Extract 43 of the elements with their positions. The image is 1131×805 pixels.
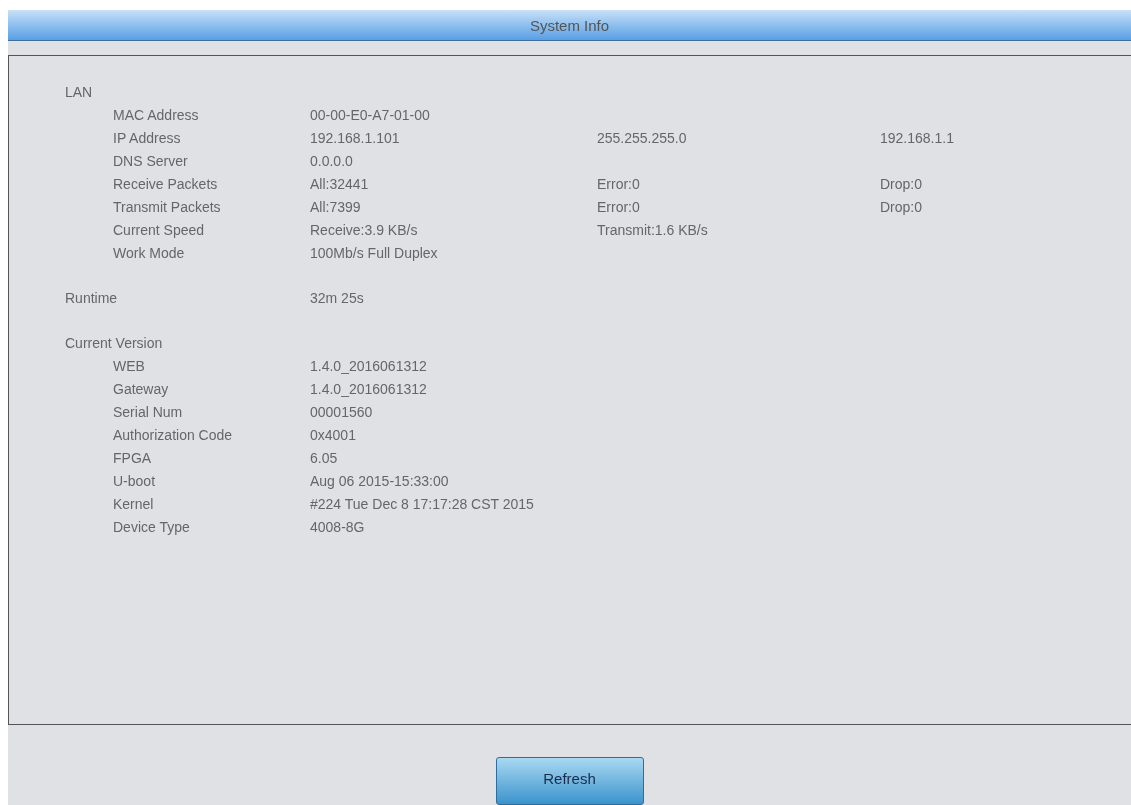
field-value: Error:0 <box>597 198 641 215</box>
field-value: 255.255.255.0 <box>597 129 688 146</box>
field-label: Work Mode <box>113 244 186 261</box>
field-value: 00001560 <box>310 403 374 420</box>
field-value: 6.05 <box>310 449 339 466</box>
field-label: Current Speed <box>113 221 206 238</box>
section-title: Runtime <box>65 289 119 306</box>
field-value: Aug 06 2015-15:33:00 <box>310 472 450 489</box>
field-value: 0.0.0.0 <box>310 152 354 169</box>
field-label: Gateway <box>113 380 170 397</box>
refresh-button[interactable]: Refresh <box>495 757 644 805</box>
field-value: 0x4001 <box>310 426 357 443</box>
field-label: Kernel <box>113 495 155 512</box>
field-value: 32m 25s <box>310 289 365 306</box>
field-label: MAC Address <box>113 106 200 123</box>
field-value: Receive:3.9 KB/s <box>310 221 419 238</box>
field-label: WEB <box>113 357 146 374</box>
field-value: 1.4.0_2016061312 <box>310 357 428 374</box>
field-label: FPGA <box>113 449 153 466</box>
field-value: Transmit:1.6 KB/s <box>597 221 709 238</box>
field-value: Drop:0 <box>880 198 924 215</box>
field-value: All:7399 <box>310 198 362 215</box>
field-label: DNS Server <box>113 152 189 169</box>
field-label: Authorization Code <box>113 426 234 443</box>
section-title: LAN <box>65 83 94 100</box>
field-label: Receive Packets <box>113 175 219 192</box>
field-label: Serial Num <box>113 403 184 420</box>
field-value: 100Mb/s Full Duplex <box>310 244 439 261</box>
field-value: 192.168.1.101 <box>310 129 401 146</box>
header-bar: System Info <box>8 10 1131 41</box>
field-label: IP Address <box>113 129 182 146</box>
field-value: 00-00-E0-A7-01-00 <box>310 106 431 123</box>
field-value: 4008-8G <box>310 518 366 535</box>
field-label: Transmit Packets <box>113 198 222 215</box>
field-value: 1.4.0_2016061312 <box>310 380 428 397</box>
field-value: 192.168.1.1 <box>880 129 955 146</box>
field-value: Error:0 <box>597 175 641 192</box>
field-label: Device Type <box>113 518 191 535</box>
field-label: U-boot <box>113 472 157 489</box>
field-value: Drop:0 <box>880 175 924 192</box>
field-value: All:32441 <box>310 175 370 192</box>
field-value: #224 Tue Dec 8 17:17:28 CST 2015 <box>310 495 535 512</box>
section-title: Current Version <box>65 334 164 351</box>
